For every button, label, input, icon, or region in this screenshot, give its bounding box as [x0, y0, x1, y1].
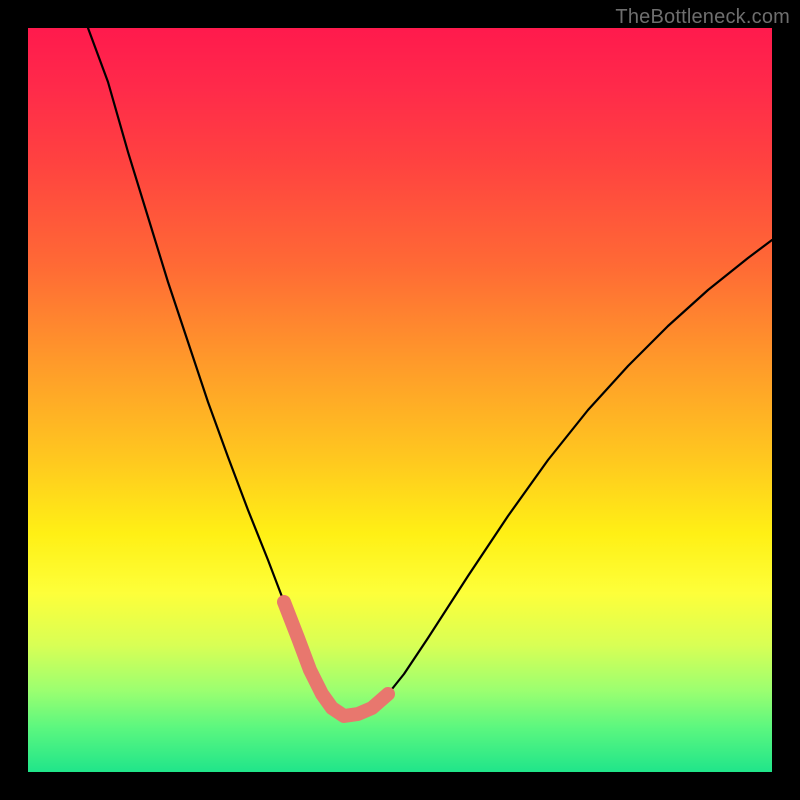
bottleneck-curve: [88, 28, 772, 716]
watermark-text: TheBottleneck.com: [615, 6, 790, 29]
outer-frame: TheBottleneck.com: [0, 0, 800, 800]
highlight-segment: [284, 602, 388, 716]
plot-area: [28, 28, 772, 772]
curve-layer: [28, 28, 772, 772]
